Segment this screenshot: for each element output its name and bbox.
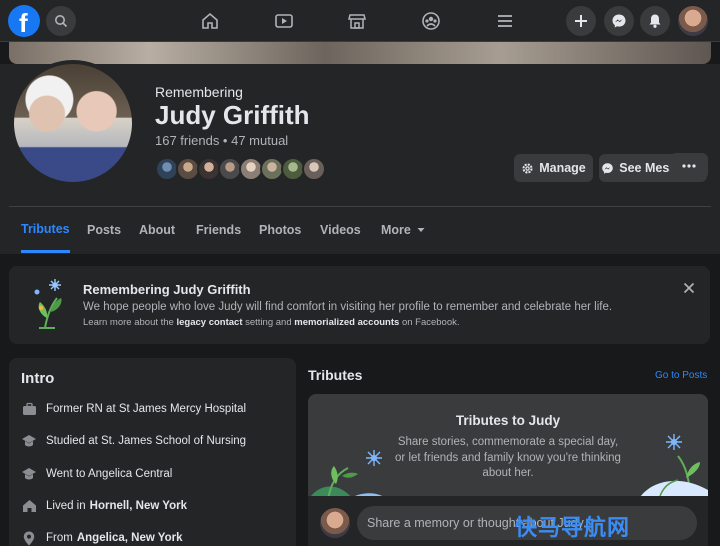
profile-header: Remembering Judy Griffith 167 friends • … (0, 60, 720, 254)
tributes-card: Tributes to Judy Share stories, commemor… (308, 394, 708, 546)
intro-from-text: From (46, 532, 73, 544)
caret-down-icon (417, 228, 425, 232)
tab-about[interactable]: About (139, 207, 175, 253)
memorial-status: Remembering (155, 84, 243, 100)
friends-count[interactable]: 167 friends • 47 mutual (155, 133, 288, 148)
home-icon (21, 498, 37, 514)
banner-learn-more: Learn more about the legacy contact sett… (83, 317, 460, 328)
intro-work-text: Former RN at St James Mercy Hospital (46, 403, 247, 415)
profile-picture[interactable] (10, 60, 136, 186)
intro-title: Intro (21, 370, 55, 387)
intro-row-work: Former RN at St James Mercy Hospital (21, 399, 246, 419)
notifications-button[interactable] (640, 6, 670, 36)
banner-small-prefix: Learn more about the (83, 317, 177, 328)
nav-marketplace[interactable] (345, 9, 369, 33)
memorialized-accounts-link[interactable]: memorialized accounts (294, 317, 399, 328)
tab-more[interactable]: More (381, 207, 426, 253)
tab-photos[interactable]: Photos (259, 207, 301, 253)
leaves-right-illustration-icon (638, 434, 708, 500)
tributes-card-title: Tributes to Judy (455, 413, 561, 428)
more-dots-icon (682, 164, 696, 168)
friend-avatar[interactable] (302, 157, 326, 181)
notifications-icon (649, 14, 661, 28)
intro-education-text: Studied at St. James School of Nursing (46, 435, 247, 447)
top-navigation-bar: f (0, 0, 720, 42)
marketplace-icon (348, 14, 366, 29)
watch-icon (275, 14, 293, 28)
intro-lived-place[interactable]: Hornell, New York (90, 500, 187, 512)
go-to-posts-link[interactable]: Go to Posts (655, 370, 707, 381)
intro-from-place[interactable]: Angelica, New York (77, 532, 183, 544)
intro-row-from: From Angelica, New York (21, 528, 183, 546)
profile-name: Judy Griffith (155, 100, 310, 130)
intro-row-education: Studied at St. James School of Nursing (21, 431, 246, 451)
facebook-logo[interactable]: f (8, 5, 40, 38)
banner-text: We hope people who love Judy will find c… (83, 301, 613, 313)
nav-menu[interactable] (493, 9, 517, 33)
tributes-card-text: Share stories, commemorate a special day… (395, 436, 621, 479)
profile-tabs: Tributes Posts About Friends Photos Vide… (9, 207, 711, 253)
location-pin-icon (21, 530, 37, 546)
cover-photo[interactable] (9, 42, 711, 64)
tribute-composer (308, 496, 708, 546)
intro-row-lived: Lived in Hornell, New York (21, 496, 187, 516)
nav-home[interactable] (198, 9, 222, 33)
banner-title: Remembering Judy Griffith (83, 282, 251, 297)
banner-small-middle: setting and (242, 317, 295, 328)
tab-tributes[interactable]: Tributes (21, 207, 70, 253)
search-icon (55, 15, 68, 28)
facebook-logo-letter: f (19, 8, 28, 38)
memorial-banner: Remembering Judy Griffith We hope people… (9, 266, 710, 344)
nav-watch[interactable] (272, 9, 296, 33)
leaves-left-illustration-icon (308, 450, 388, 500)
composer-avatar (320, 508, 350, 538)
intro-lived-text: Lived in (46, 500, 86, 512)
gear-icon (522, 162, 533, 174)
legacy-contact-link[interactable]: legacy contact (176, 317, 242, 328)
tab-videos[interactable]: Videos (320, 207, 361, 253)
profile-options-button[interactable] (670, 153, 708, 179)
search-button[interactable] (46, 6, 76, 36)
create-button[interactable] (566, 6, 596, 36)
plus-icon (575, 15, 587, 27)
messenger-icon (612, 14, 626, 28)
groups-icon (422, 12, 440, 30)
watermark: 快马导航网 (515, 516, 631, 541)
tributes-heading: Tributes (308, 367, 363, 383)
intro-row-high-school: Went to Angelica Central (21, 464, 172, 484)
home-icon (202, 12, 218, 29)
tab-more-label: More (381, 223, 411, 237)
graduation-cap-icon (21, 466, 37, 482)
flower-illustration-icon (34, 279, 62, 329)
graduation-cap-icon (21, 433, 37, 449)
nav-groups[interactable] (419, 9, 443, 33)
menu-icon (498, 15, 512, 27)
messenger-icon (602, 162, 614, 174)
briefcase-icon (21, 401, 37, 417)
tab-posts[interactable]: Posts (87, 207, 121, 253)
manage-button[interactable]: Manage (514, 154, 593, 182)
tab-friends[interactable]: Friends (196, 207, 241, 253)
banner-small-suffix: on Facebook. (399, 317, 460, 328)
intro-high-school-text: Went to Angelica Central (46, 468, 173, 480)
account-avatar[interactable] (678, 6, 708, 36)
intro-card: Intro Former RN at St James Mercy Hospit… (9, 358, 296, 546)
manage-label: Manage (539, 161, 586, 175)
messenger-button[interactable] (604, 6, 634, 36)
close-icon[interactable] (681, 280, 697, 296)
